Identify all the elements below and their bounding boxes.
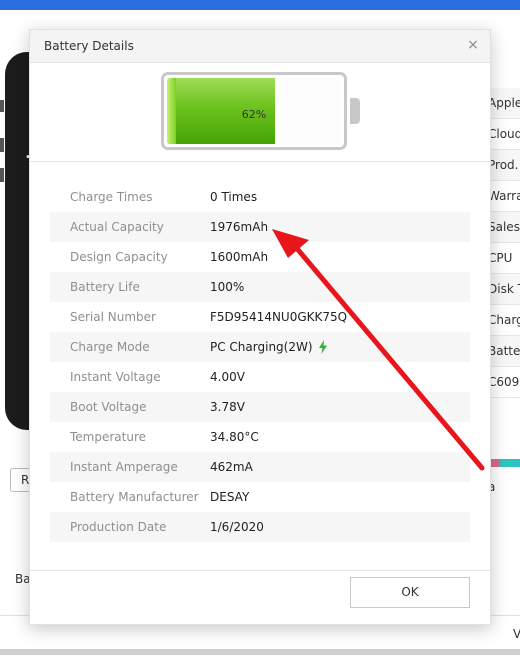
info-label: Instant Amperage [70,460,178,474]
device-volume-up [0,138,4,152]
info-row-boot-voltage: Boot Voltage 3.78V [50,392,470,422]
info-value: 4.00V [210,370,245,384]
device-volume-down [0,168,4,182]
close-icon[interactable]: × [466,38,480,52]
info-label: Battery Life [70,280,140,294]
dialog-title: Battery Details [44,39,134,53]
info-row-actual-capacity: Actual Capacity 1976mAh [50,212,470,242]
battery-icon: 62% [161,72,347,150]
info-label: Design Capacity [70,250,168,264]
storage-segment [500,459,520,467]
info-value: 0 Times [210,190,258,204]
battery-info-table: Charge Times 0 Times Actual Capacity 197… [50,182,470,542]
info-value: DESAY [210,490,250,504]
battery-percentage: 62% [241,108,267,121]
info-row-battery-life: Battery Life 100% [50,272,470,302]
info-value: 1/6/2020 [210,520,264,534]
info-value: F5D95414NU0GKK75Q [210,310,348,324]
info-row-serial-number: Serial Number F5D95414NU0GKK75Q [50,302,470,332]
app-top-bar [0,0,520,10]
battery-details-dialog: Battery Details × 62% Charge Times 0 Tim… [29,29,491,625]
info-label: Actual Capacity [70,220,164,234]
storage-usage-bar [488,459,520,467]
divider [30,570,490,571]
info-row-temperature: Temperature 34.80°C [50,422,470,452]
info-label: Boot Voltage [70,400,147,414]
info-row-charge-times: Charge Times 0 Times [50,182,470,212]
lightning-bolt-icon [318,340,327,354]
info-label: Charge Mode [70,340,150,354]
app-bottom-bar [0,649,520,655]
info-row-instant-amperage: Instant Amperage 462mA [50,452,470,482]
info-value: 3.78V [210,400,245,414]
info-row-design-capacity: Design Capacity 1600mAh [50,242,470,272]
info-value: 462mA [210,460,253,474]
device-mute-switch [0,100,4,112]
battery-terminal [350,98,360,124]
info-label: Battery Manufacturer [70,490,199,504]
info-label: Instant Voltage [70,370,161,384]
dialog-header: Battery Details × [30,30,490,63]
ok-button[interactable]: OK [350,577,470,608]
info-row-battery-manufacturer: Battery Manufacturer DESAY [50,482,470,512]
battery-body: 62% [167,78,341,144]
info-row-production-date: Production Date 1/6/2020 [50,512,470,542]
info-value: 1600mAh [210,250,269,264]
info-value: 34.80°C [210,430,259,444]
info-label: Charge Times [70,190,153,204]
info-label: Serial Number [70,310,156,324]
background-footer-text: V [513,627,520,641]
info-row-instant-voltage: Instant Voltage 4.00V [50,362,470,392]
info-value: 1976mAh [210,220,269,234]
info-label: Production Date [70,520,167,534]
info-value: 100% [210,280,245,294]
info-label: Temperature [70,430,147,444]
charge-mode-text: PC Charging(2W) [210,340,313,354]
info-row-charge-mode: Charge Mode PC Charging(2W) [50,332,470,362]
divider [30,161,490,162]
info-value: PC Charging(2W) [210,340,328,354]
